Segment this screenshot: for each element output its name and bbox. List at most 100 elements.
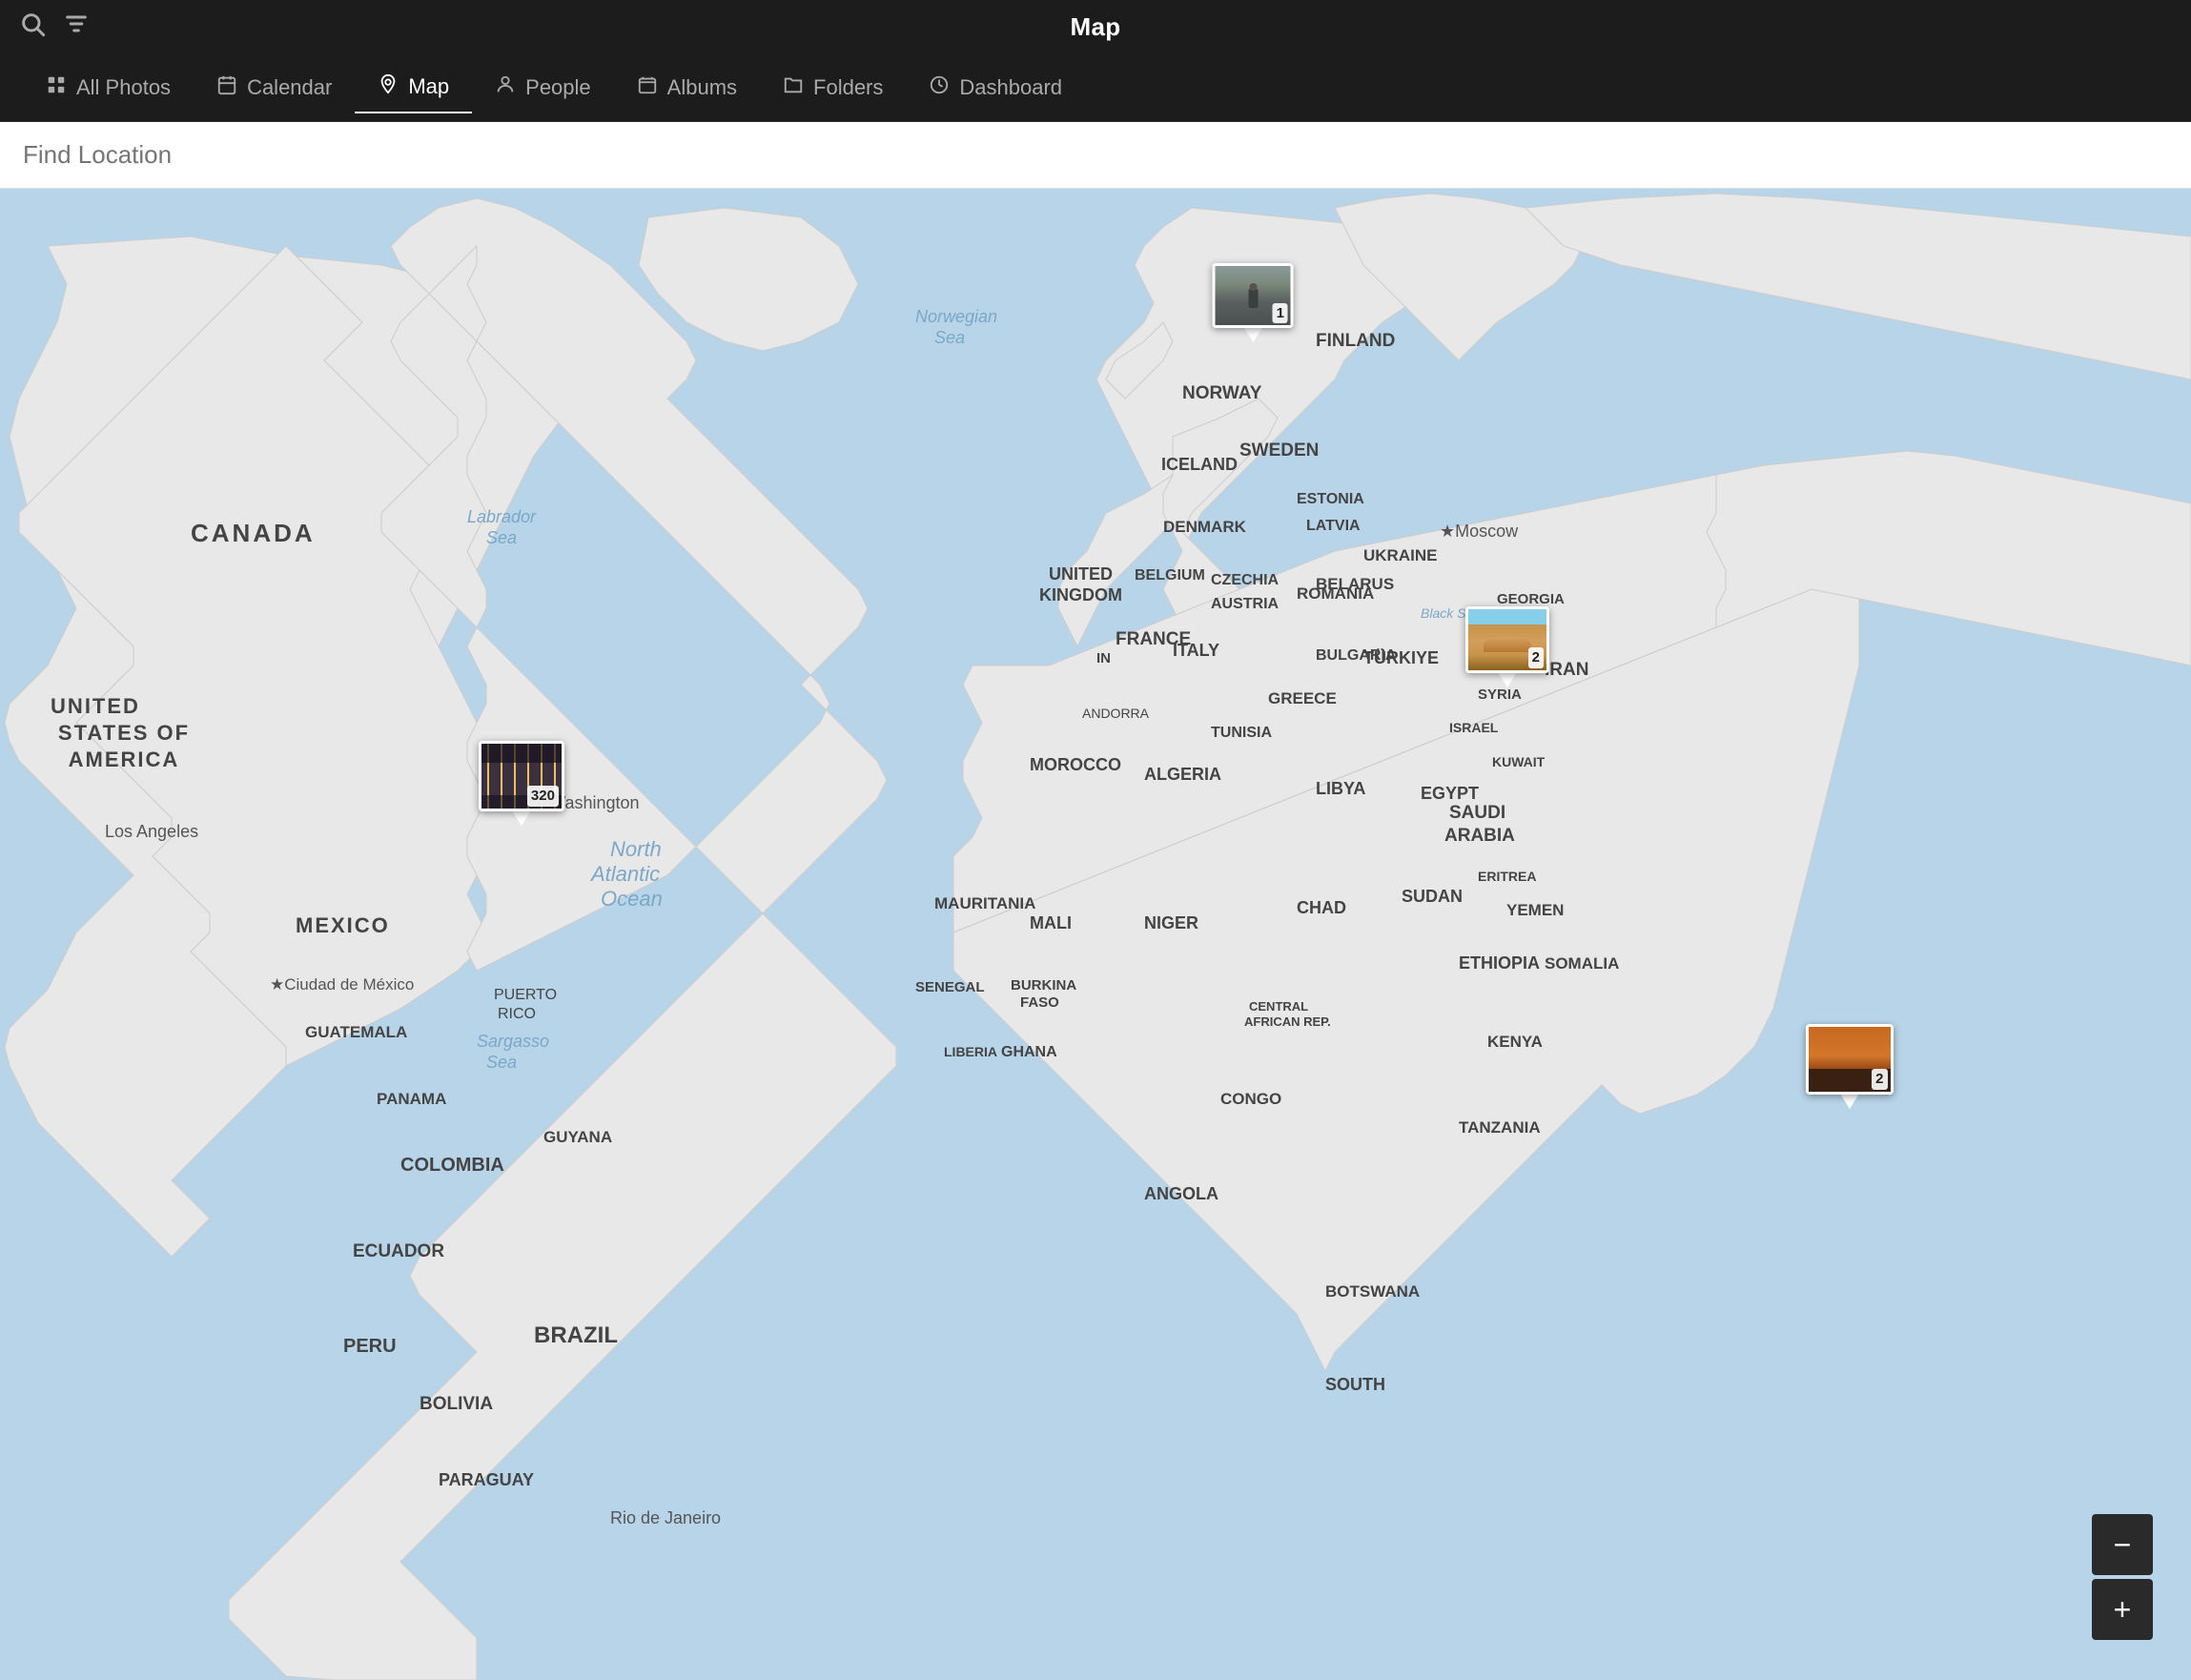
svg-text:IN: IN bbox=[1096, 650, 1111, 666]
nav-label-people: People bbox=[525, 75, 591, 100]
nav-bar: All Photos Calendar Map Pe bbox=[0, 53, 2191, 122]
svg-text:ANGOLA: ANGOLA bbox=[1144, 1184, 1218, 1203]
svg-text:YEMEN: YEMEN bbox=[1506, 901, 1564, 919]
map-container[interactable]: CANADA UNITED STATES OF AMERICA Los Ange… bbox=[0, 189, 2191, 1680]
svg-text:DENMARK: DENMARK bbox=[1163, 518, 1247, 536]
grid-icon bbox=[46, 74, 67, 101]
pin-tail-botswana bbox=[1840, 1094, 1859, 1109]
svg-text:SOUTH: SOUTH bbox=[1325, 1375, 1385, 1394]
svg-text:LIBERIA: LIBERIA bbox=[944, 1044, 997, 1059]
nav-label-all-photos: All Photos bbox=[76, 75, 171, 100]
svg-text:PANAMA: PANAMA bbox=[377, 1090, 446, 1108]
pin-count-spain: 2 bbox=[1528, 647, 1544, 668]
nav-label-dashboard: Dashboard bbox=[959, 75, 1062, 100]
nav-item-folders[interactable]: Folders bbox=[760, 63, 906, 113]
pin-tail-iceland bbox=[1243, 327, 1262, 342]
svg-text:ERITREA: ERITREA bbox=[1478, 869, 1536, 884]
pin-count-iceland: 1 bbox=[1273, 303, 1288, 324]
person-icon bbox=[495, 74, 516, 101]
svg-text:PARAGUAY: PARAGUAY bbox=[439, 1470, 534, 1489]
svg-text:★Moscow: ★Moscow bbox=[1440, 522, 1519, 541]
folder-icon bbox=[783, 74, 804, 101]
svg-text:UKRAINE: UKRAINE bbox=[1363, 546, 1437, 564]
svg-text:MEXICO: MEXICO bbox=[296, 913, 390, 937]
search-icon[interactable] bbox=[19, 10, 46, 44]
svg-text:Sea: Sea bbox=[486, 528, 517, 547]
filter-icon[interactable] bbox=[63, 10, 90, 44]
svg-text:ROMANIA: ROMANIA bbox=[1297, 584, 1374, 603]
map-pin-mexico[interactable]: 320 bbox=[479, 741, 564, 826]
title-bar-controls bbox=[19, 10, 90, 44]
svg-text:GHANA: GHANA bbox=[1001, 1044, 1057, 1060]
svg-text:ALGERIA: ALGERIA bbox=[1144, 765, 1221, 784]
svg-text:SOMALIA: SOMALIA bbox=[1545, 954, 1619, 973]
svg-text:★Ciudad de México: ★Ciudad de México bbox=[270, 975, 414, 994]
svg-text:Sea: Sea bbox=[486, 1053, 517, 1072]
svg-text:COLOMBIA: COLOMBIA bbox=[400, 1155, 504, 1176]
svg-text:TÜRKIYE: TÜRKIYE bbox=[1363, 648, 1439, 667]
svg-text:ARABIA: ARABIA bbox=[1444, 826, 1515, 846]
nav-label-calendar: Calendar bbox=[247, 75, 332, 100]
svg-text:GUYANA: GUYANA bbox=[543, 1128, 612, 1146]
svg-text:MOROCCO: MOROCCO bbox=[1030, 755, 1121, 774]
svg-text:MALI: MALI bbox=[1030, 913, 1072, 932]
svg-text:North: North bbox=[610, 837, 662, 861]
pin-count-botswana: 2 bbox=[1872, 1069, 1887, 1090]
svg-text:MAURITANIA: MAURITANIA bbox=[934, 894, 1035, 912]
svg-text:IRAN: IRAN bbox=[1545, 660, 1588, 680]
svg-text:ESTONIA: ESTONIA bbox=[1297, 491, 1364, 507]
search-input[interactable] bbox=[23, 140, 2168, 170]
pin-tail-spain bbox=[1498, 672, 1517, 687]
nav-item-people[interactable]: People bbox=[472, 63, 614, 113]
svg-text:NIGER: NIGER bbox=[1144, 913, 1198, 932]
svg-text:ISRAEL: ISRAEL bbox=[1449, 720, 1499, 735]
svg-text:KENYA: KENYA bbox=[1487, 1033, 1543, 1051]
svg-text:CENTRAL: CENTRAL bbox=[1249, 999, 1308, 1014]
svg-text:BURKINA: BURKINA bbox=[1011, 977, 1076, 994]
map-background: CANADA UNITED STATES OF AMERICA Los Ange… bbox=[0, 189, 2191, 1680]
nav-item-calendar[interactable]: Calendar bbox=[194, 63, 355, 113]
app-title: Map bbox=[1071, 12, 1121, 42]
svg-text:LATVIA: LATVIA bbox=[1306, 518, 1361, 534]
pin-photo-mexico[interactable]: 320 bbox=[479, 741, 564, 811]
map-pin-botswana[interactable]: 2 bbox=[1806, 1024, 1894, 1109]
map-icon bbox=[378, 73, 399, 100]
pin-photo-botswana[interactable]: 2 bbox=[1806, 1024, 1894, 1095]
nav-item-albums[interactable]: Albums bbox=[614, 63, 760, 113]
svg-text:Norwegian: Norwegian bbox=[915, 307, 997, 326]
svg-text:CANADA: CANADA bbox=[191, 519, 316, 547]
svg-text:GEORGIA: GEORGIA bbox=[1497, 591, 1565, 607]
zoom-out-button[interactable]: − bbox=[2092, 1514, 2153, 1575]
svg-text:TUNISIA: TUNISIA bbox=[1211, 725, 1272, 741]
svg-text:KINGDOM: KINGDOM bbox=[1039, 585, 1122, 604]
svg-text:AMERICA: AMERICA bbox=[69, 748, 180, 771]
svg-text:AFRICAN REP.: AFRICAN REP. bbox=[1244, 1014, 1331, 1029]
svg-text:ITALY: ITALY bbox=[1173, 641, 1219, 660]
nav-item-dashboard[interactable]: Dashboard bbox=[906, 63, 1085, 113]
svg-text:SWEDEN: SWEDEN bbox=[1239, 440, 1319, 461]
svg-text:ECUADOR: ECUADOR bbox=[353, 1241, 444, 1261]
zoom-in-button[interactable]: + bbox=[2092, 1579, 2153, 1640]
svg-text:BOLIVIA: BOLIVIA bbox=[420, 1394, 493, 1414]
svg-text:BOTSWANA: BOTSWANA bbox=[1325, 1282, 1420, 1301]
svg-text:EGYPT: EGYPT bbox=[1421, 784, 1479, 803]
svg-text:SYRIA: SYRIA bbox=[1478, 686, 1522, 703]
nav-label-folders: Folders bbox=[813, 75, 883, 100]
pin-photo-iceland[interactable]: 1 bbox=[1213, 263, 1294, 328]
svg-text:NORWAY: NORWAY bbox=[1182, 383, 1262, 403]
dashboard-icon bbox=[929, 74, 950, 101]
svg-text:SENEGAL: SENEGAL bbox=[915, 979, 985, 995]
svg-text:TANZANIA: TANZANIA bbox=[1459, 1118, 1541, 1137]
zoom-controls: − + bbox=[2092, 1512, 2153, 1642]
nav-item-map[interactable]: Map bbox=[355, 62, 472, 113]
svg-text:RICO: RICO bbox=[498, 1006, 536, 1022]
nav-item-all-photos[interactable]: All Photos bbox=[23, 63, 194, 113]
svg-text:Atlantic: Atlantic bbox=[589, 862, 660, 886]
svg-text:STATES OF: STATES OF bbox=[58, 721, 190, 745]
map-pin-iceland[interactable]: 1 bbox=[1213, 263, 1294, 342]
map-pin-spain[interactable]: 2 bbox=[1465, 606, 1549, 687]
search-bar bbox=[0, 122, 2191, 189]
pin-photo-spain[interactable]: 2 bbox=[1465, 606, 1549, 673]
svg-text:CHAD: CHAD bbox=[1297, 898, 1346, 917]
svg-text:Ocean: Ocean bbox=[601, 887, 663, 911]
